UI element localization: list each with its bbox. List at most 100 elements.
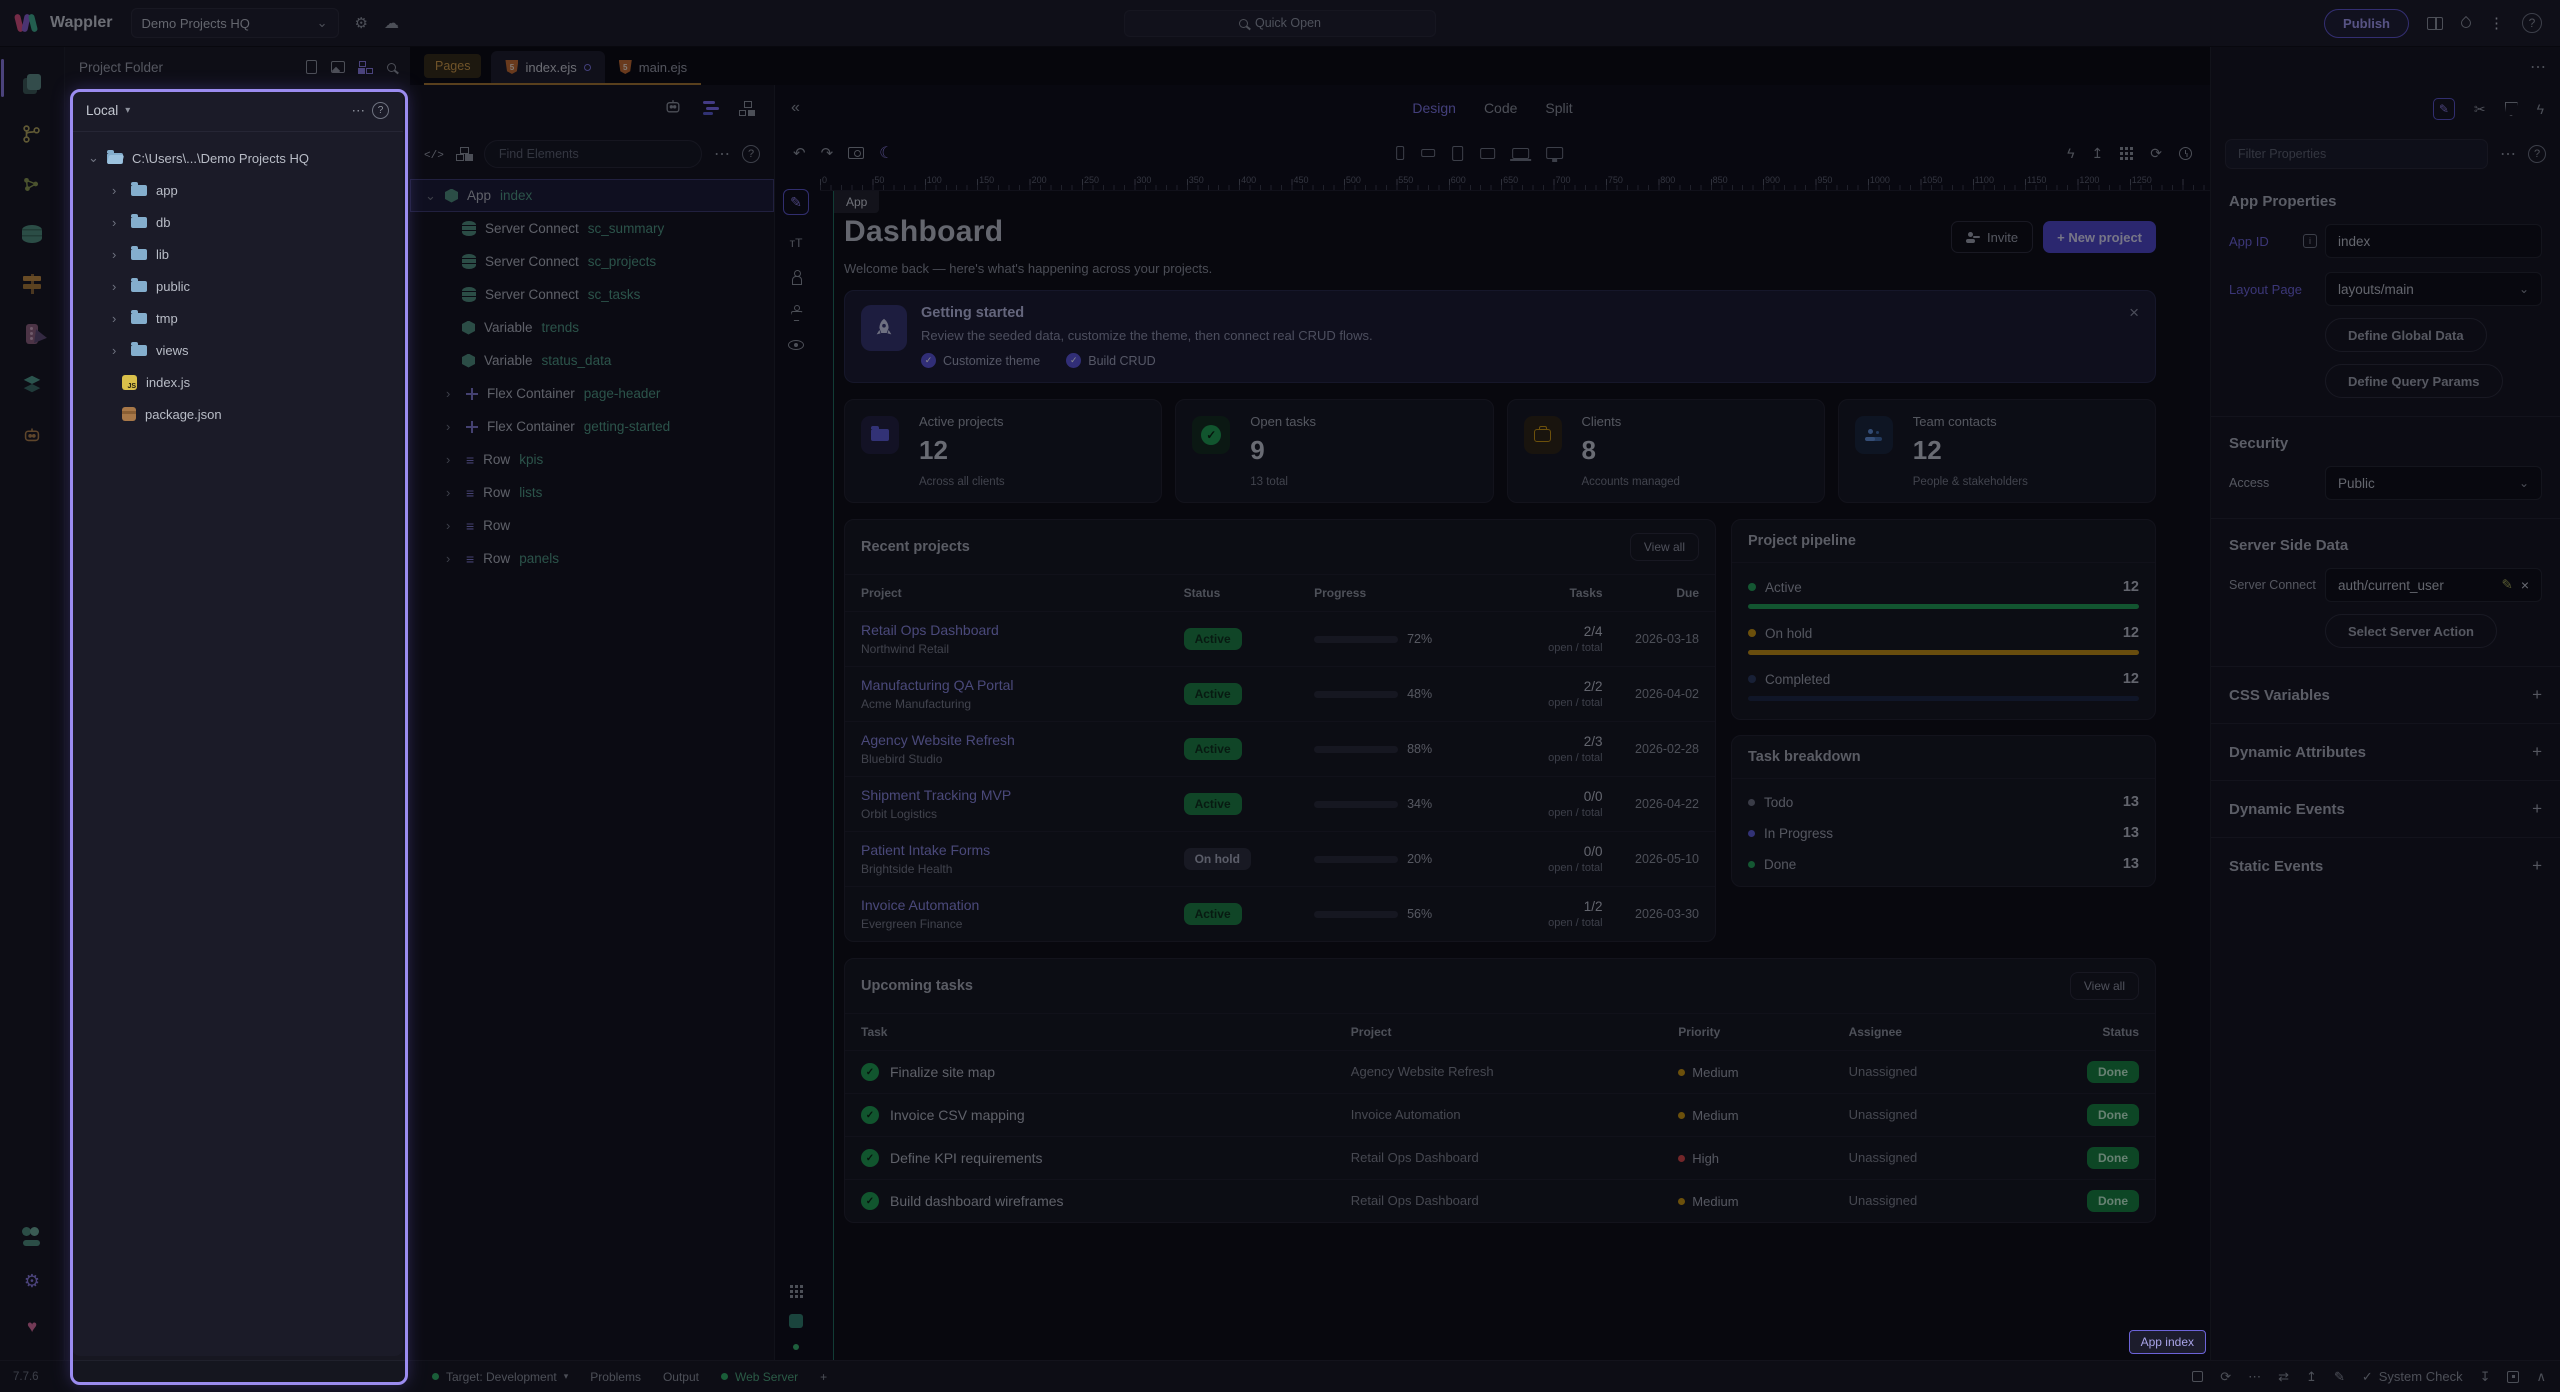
chevron-right-icon[interactable] <box>112 247 122 262</box>
table-row[interactable]: Patient Intake FormsBrightside Health On… <box>845 832 1715 887</box>
tree-item-flex-container[interactable]: Flex Containerpage-header <box>410 377 774 410</box>
tree-view-icon[interactable] <box>359 61 373 74</box>
add-icon[interactable] <box>2532 742 2542 762</box>
chevron-right-icon[interactable] <box>446 485 457 500</box>
tree-item-row[interactable]: Rowlists <box>410 476 774 509</box>
ai-robot-icon[interactable] <box>663 96 683 121</box>
dom-tree-icon[interactable] <box>739 101 756 116</box>
tree-item-variable[interactable]: Variabletrends <box>410 311 774 344</box>
kebab-menu-icon[interactable] <box>2489 14 2504 32</box>
database-icon[interactable] <box>19 221 45 247</box>
project-link[interactable]: Patient Intake Forms <box>861 842 1168 858</box>
output-button[interactable]: Output <box>663 1370 699 1384</box>
layout-page-select[interactable]: layouts/main <box>2325 272 2542 306</box>
find-elements-input[interactable] <box>484 140 702 168</box>
edit-tool-icon[interactable] <box>783 189 809 215</box>
workflows-signpost-icon[interactable] <box>19 271 45 297</box>
chevron-right-icon[interactable] <box>112 183 122 198</box>
layers-icon[interactable] <box>19 371 45 397</box>
dynamic-data-icon[interactable] <box>2067 145 2074 161</box>
tree-folder[interactable]: views <box>78 334 397 366</box>
tree-item-app[interactable]: App index <box>410 179 774 212</box>
refresh-icon[interactable] <box>2220 1369 2231 1385</box>
task-check-icon[interactable] <box>861 1063 879 1081</box>
tree-item-flex-container[interactable]: Flex Containergetting-started <box>410 410 774 443</box>
close-icon[interactable] <box>2129 303 2139 323</box>
tree-item-server-connect[interactable]: Server Connectsc_tasks <box>410 278 774 311</box>
redo-icon[interactable] <box>821 144 834 162</box>
chevron-down-icon[interactable] <box>125 105 130 116</box>
tree-item-server-connect[interactable]: Server Connectsc_projects <box>410 245 774 278</box>
tree-folder[interactable]: db <box>78 206 397 238</box>
table-row[interactable]: Invoice AutomationEvergreen Finance Acti… <box>845 887 1715 942</box>
tree-file[interactable]: index.js <box>78 366 397 398</box>
more-options-icon[interactable] <box>2530 57 2546 77</box>
add-icon[interactable] <box>2532 856 2542 876</box>
publish-button[interactable]: Publish <box>2324 9 2409 38</box>
select-server-action-button[interactable]: Select Server Action <box>2325 614 2497 648</box>
chevron-right-icon[interactable] <box>446 452 457 467</box>
info-icon[interactable] <box>2303 234 2317 248</box>
more-options-icon[interactable] <box>352 103 366 119</box>
outline-list-icon[interactable] <box>703 101 719 115</box>
code-brackets-icon[interactable] <box>424 145 444 163</box>
table-row[interactable]: Shipment Tracking MVPOrbit Logistics Act… <box>845 777 1715 832</box>
laptop-icon[interactable] <box>1512 148 1529 159</box>
tree-folder[interactable]: lib <box>78 238 397 270</box>
theme-droplet-icon[interactable] <box>2459 16 2473 30</box>
files-panel-icon[interactable] <box>19 71 45 97</box>
tree-item-row[interactable]: Row <box>410 509 774 542</box>
tree-folder[interactable]: tmp <box>78 302 397 334</box>
properties-edit-icon[interactable] <box>2433 98 2455 120</box>
scope-label[interactable]: Local <box>86 103 118 118</box>
edit-pencil-icon[interactable] <box>2502 577 2513 593</box>
define-global-data-button[interactable]: Define Global Data <box>2325 318 2487 352</box>
task-check-icon[interactable] <box>861 1192 879 1210</box>
export-icon[interactable] <box>2092 145 2104 162</box>
table-row[interactable]: Define KPI requirements Retail Ops Dashb… <box>845 1137 2155 1180</box>
dark-mode-moon-icon[interactable] <box>879 143 893 163</box>
visibility-eye-icon[interactable] <box>788 340 804 350</box>
grid-icon[interactable] <box>790 1285 803 1298</box>
invite-button[interactable]: Invite <box>1951 221 2033 253</box>
mode-code[interactable]: Code <box>1484 100 1517 116</box>
project-link[interactable]: Invoice Automation <box>861 897 1168 913</box>
upload-icon[interactable] <box>2306 1369 2317 1385</box>
problems-button[interactable]: Problems <box>590 1370 641 1384</box>
new-project-button[interactable]: + New project <box>2043 221 2156 253</box>
project-dropdown[interactable]: Demo Projects HQ <box>131 8 339 38</box>
access-select[interactable]: Public <box>2325 466 2542 500</box>
sponsor-heart-icon[interactable] <box>19 1314 45 1340</box>
element-swatch-icon[interactable] <box>789 1314 803 1328</box>
edit-icon[interactable] <box>2334 1369 2345 1385</box>
phone-landscape-icon[interactable] <box>1421 149 1435 157</box>
define-query-params-button[interactable]: Define Query Params <box>2325 364 2503 398</box>
download-icon[interactable] <box>2480 1369 2491 1385</box>
table-row[interactable]: Retail Ops DashboardNorthwind Retail Act… <box>845 612 1715 667</box>
add-panel-button[interactable]: + <box>820 1370 827 1384</box>
undo-icon[interactable] <box>793 144 806 162</box>
phone-portrait-icon[interactable] <box>1396 146 1404 160</box>
web-server-button[interactable]: Web Server <box>721 1370 798 1384</box>
project-link[interactable]: Retail Ops Dashboard <box>861 622 1168 638</box>
section-dynamic-events[interactable]: Dynamic Events <box>2229 799 2542 819</box>
chevron-right-icon[interactable] <box>112 343 122 358</box>
styles-panel-icon[interactable] <box>19 321 45 347</box>
system-check-button[interactable]: System Check <box>2362 1369 2463 1385</box>
tablet-landscape-icon[interactable] <box>1480 148 1495 159</box>
tree-item-row[interactable]: Rowkpis <box>410 443 774 476</box>
community-users-icon[interactable] <box>19 1222 45 1248</box>
table-row[interactable]: Finalize site map Agency Website Refresh… <box>845 1051 2155 1094</box>
history-clock-icon[interactable] <box>2179 147 2192 160</box>
task-check-icon[interactable] <box>861 1149 879 1167</box>
project-link[interactable]: Agency Website Refresh <box>861 732 1168 748</box>
accessibility-tool-icon[interactable] <box>790 305 803 320</box>
screenshot-camera-icon[interactable] <box>848 147 864 159</box>
assets-image-icon[interactable] <box>331 61 345 73</box>
chevron-right-icon[interactable] <box>446 419 457 434</box>
dynamic-bolt-icon[interactable] <box>2537 101 2544 117</box>
cloud-sync-icon[interactable] <box>384 14 399 32</box>
target-selector[interactable]: Target: Development <box>432 1370 568 1384</box>
refresh-icon[interactable] <box>2150 145 2162 162</box>
robot-assistant-icon[interactable] <box>19 421 45 447</box>
